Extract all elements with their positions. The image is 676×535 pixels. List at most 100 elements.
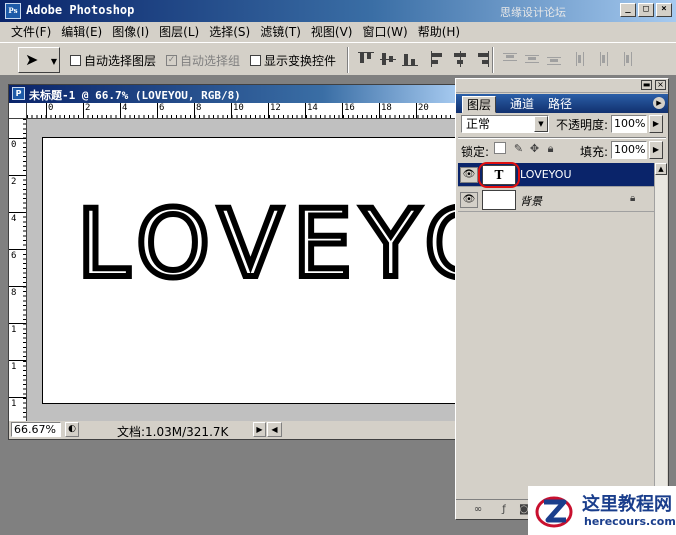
- auto-select-layer-checkbox[interactable]: 自动选择图层: [70, 52, 156, 69]
- link-layers-icon[interactable]: ∞: [470, 503, 486, 517]
- checkbox-box[interactable]: ✓: [166, 55, 177, 66]
- app-titlebar[interactable]: Ps Adobe Photoshop 思缘设计论坛 _ □ ×: [0, 0, 676, 22]
- fill-label: 填充:: [580, 145, 609, 159]
- layer-name[interactable]: 背景: [520, 193, 542, 209]
- status-bar: 66.67% ◐ 文档:1.03M/321.7K ▶ ◀: [9, 421, 457, 439]
- lock-image-pixels-icon[interactable]: ✎: [512, 142, 525, 155]
- canvas-text-layer[interactable]: LOVEYOU: [74, 195, 457, 295]
- horizontal-ruler[interactable]: 0 2 4 6 8 10 12 14 16 18 20: [27, 103, 457, 119]
- ruler-label: 4: [122, 103, 128, 113]
- ruler-label: 10: [233, 103, 244, 113]
- menu-window[interactable]: 窗口(W): [357, 23, 412, 41]
- layers-scrollbar[interactable]: ▲ ▼: [654, 163, 667, 499]
- menu-select[interactable]: 选择(S): [204, 23, 255, 41]
- distribute-vertical-centers-icon[interactable]: [522, 49, 542, 69]
- tool-preset-picker[interactable]: ➤ ▼: [18, 47, 60, 73]
- document-canvas[interactable]: LOVEYOU: [42, 137, 457, 404]
- chevron-down-icon[interactable]: ▼: [534, 116, 548, 132]
- opacity-slider-button[interactable]: ▶: [649, 115, 663, 133]
- minimize-button[interactable]: _: [620, 3, 636, 17]
- maximize-button[interactable]: □: [638, 3, 654, 17]
- distribute-horizontal-centers-icon[interactable]: [594, 49, 614, 69]
- lock-all-icon[interactable]: 🔒︎: [544, 142, 557, 155]
- menu-bar: 文件(F) 编辑(E) 图像(I) 图层(L) 选择(S) 滤镜(T) 视图(V…: [0, 22, 676, 42]
- watermark-text: 思缘设计论坛: [500, 6, 566, 19]
- menu-layer[interactable]: 图层(L): [154, 23, 204, 41]
- photoshop-app-icon[interactable]: Ps: [5, 3, 21, 19]
- show-transform-checkbox[interactable]: 显示变换控件: [250, 52, 336, 69]
- eye-icon[interactable]: 👁︎: [460, 192, 478, 208]
- menu-edit[interactable]: 编辑(E): [56, 23, 107, 41]
- ruler-label: 16: [344, 103, 355, 113]
- align-bottom-edges-icon[interactable]: [400, 49, 420, 69]
- scroll-up-icon[interactable]: ▲: [655, 163, 667, 175]
- layer-name[interactable]: LOVEYOU: [520, 168, 572, 181]
- fill-slider-button[interactable]: ▶: [649, 141, 663, 159]
- layers-palette[interactable]: ▬ × 图层 通道 路径 ▶ 正常 ▼ 不透明度: 100% ▶ 锁定: ✎ ✥…: [455, 78, 669, 520]
- lock-position-icon[interactable]: ✥: [528, 142, 541, 155]
- menu-view[interactable]: 视图(V): [306, 23, 358, 41]
- checkbox-box[interactable]: [70, 55, 81, 66]
- vertical-ruler[interactable]: 0 2 4 6 8 1 1 1: [9, 119, 27, 421]
- lock-transparent-pixels-icon[interactable]: [494, 142, 506, 154]
- menu-image[interactable]: 图像(I): [107, 23, 154, 41]
- palette-tabs: 图层 通道 路径 ▶: [456, 94, 668, 113]
- ruler-label: 1: [11, 399, 17, 409]
- layers-list: 👁︎ T LOVEYOU 👁︎ 背景 🔒︎: [458, 162, 654, 499]
- checkbox-box[interactable]: [250, 55, 261, 66]
- layer-row-loveyou[interactable]: 👁︎ T LOVEYOU: [458, 162, 654, 188]
- logo-mark-icon: [535, 496, 573, 528]
- tab-channels[interactable]: 通道: [506, 96, 538, 113]
- align-vertical-centers-icon[interactable]: [378, 49, 398, 69]
- align-horizontal-centers-icon[interactable]: [450, 49, 470, 69]
- ruler-label: 6: [11, 251, 17, 261]
- canvas-area[interactable]: LOVEYOU: [27, 119, 457, 421]
- palette-menu-icon[interactable]: ▶: [653, 97, 665, 109]
- ruler-label: 2: [11, 177, 17, 187]
- layer-style-icon[interactable]: ƒ: [496, 503, 512, 517]
- align-right-edges-icon[interactable]: [472, 49, 492, 69]
- eye-icon[interactable]: 👁︎: [460, 167, 478, 183]
- status-info-arrow-icon[interactable]: ▶: [253, 422, 266, 437]
- distribute-right-icon[interactable]: [616, 49, 636, 69]
- palette-divider: [458, 137, 666, 139]
- ruler-label: 0: [11, 140, 17, 150]
- palette-close-button[interactable]: ×: [655, 80, 666, 90]
- chevron-down-icon: ▼: [50, 57, 57, 66]
- logo-chinese-text: 这里教程网: [582, 494, 672, 515]
- ruler-origin[interactable]: [9, 103, 27, 119]
- toolbar-separator: [492, 47, 494, 73]
- tab-layers[interactable]: 图层: [462, 96, 497, 113]
- document-title: 未标题-1 @ 66.7% (LOVEYOU, RGB/8): [29, 89, 241, 102]
- distribute-buttons: [500, 49, 636, 69]
- zoom-field[interactable]: 66.67%: [11, 422, 61, 437]
- align-left-edges-icon[interactable]: [428, 49, 448, 69]
- scroll-left-icon[interactable]: ◀: [267, 422, 282, 437]
- fill-input[interactable]: 100%: [611, 141, 647, 159]
- auto-select-layer-label: 自动选择图层: [84, 54, 157, 68]
- ruler-label: 20: [418, 103, 429, 113]
- close-button[interactable]: ×: [656, 3, 672, 17]
- app-title: Adobe Photoshop: [26, 3, 135, 17]
- menu-help[interactable]: 帮助(H): [413, 23, 465, 41]
- distribute-bottom-icon[interactable]: [544, 49, 564, 69]
- distribute-left-icon[interactable]: [572, 49, 592, 69]
- palette-titlebar[interactable]: ▬ ×: [456, 79, 668, 93]
- menu-filter[interactable]: 滤镜(T): [255, 23, 306, 41]
- layer-row-background[interactable]: 👁︎ 背景 🔒︎: [458, 188, 654, 212]
- toolbar-separator: [347, 47, 349, 73]
- logo-english-text: herecours.com: [584, 515, 676, 528]
- auto-select-group-checkbox[interactable]: ✓ 自动选择组: [166, 52, 240, 69]
- blend-mode-select[interactable]: 正常 ▼: [461, 115, 549, 133]
- document-titlebar[interactable]: P 未标题-1 @ 66.7% (LOVEYOU, RGB/8): [9, 85, 457, 103]
- ruler-label: 12: [270, 103, 281, 113]
- align-top-edges-icon[interactable]: [356, 49, 376, 69]
- background-layer-thumbnail[interactable]: [482, 190, 516, 210]
- distribute-top-icon[interactable]: [500, 49, 520, 69]
- opacity-input[interactable]: 100%: [611, 115, 647, 133]
- palette-minimize-button[interactable]: ▬: [641, 80, 652, 90]
- status-menu-icon[interactable]: ◐: [65, 422, 79, 437]
- menu-file[interactable]: 文件(F): [6, 23, 56, 41]
- tab-paths[interactable]: 路径: [544, 96, 576, 113]
- document-window[interactable]: P 未标题-1 @ 66.7% (LOVEYOU, RGB/8) 0 2 4 6…: [8, 84, 458, 440]
